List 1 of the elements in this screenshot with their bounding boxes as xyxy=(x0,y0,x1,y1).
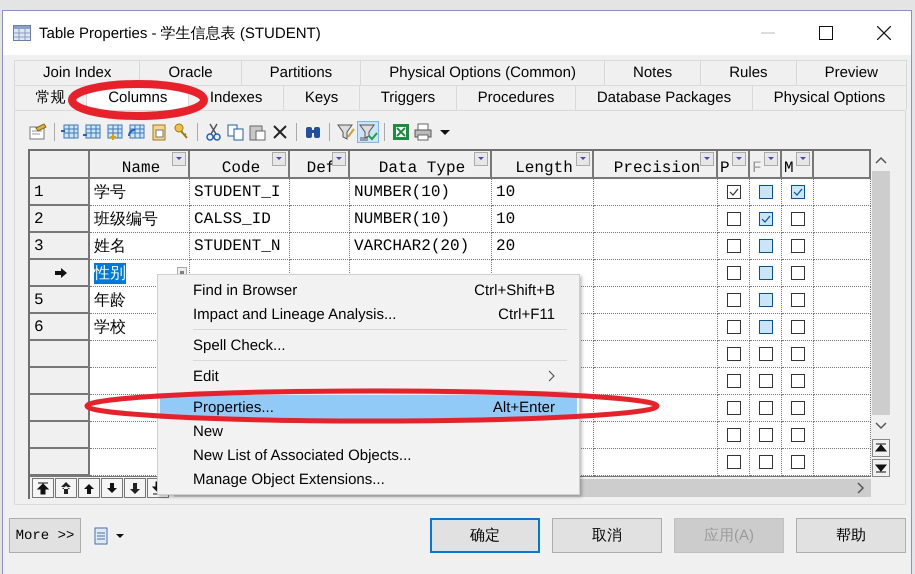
window-title: Table Properties - 学生信息表 (STUDENT) xyxy=(39,24,321,42)
